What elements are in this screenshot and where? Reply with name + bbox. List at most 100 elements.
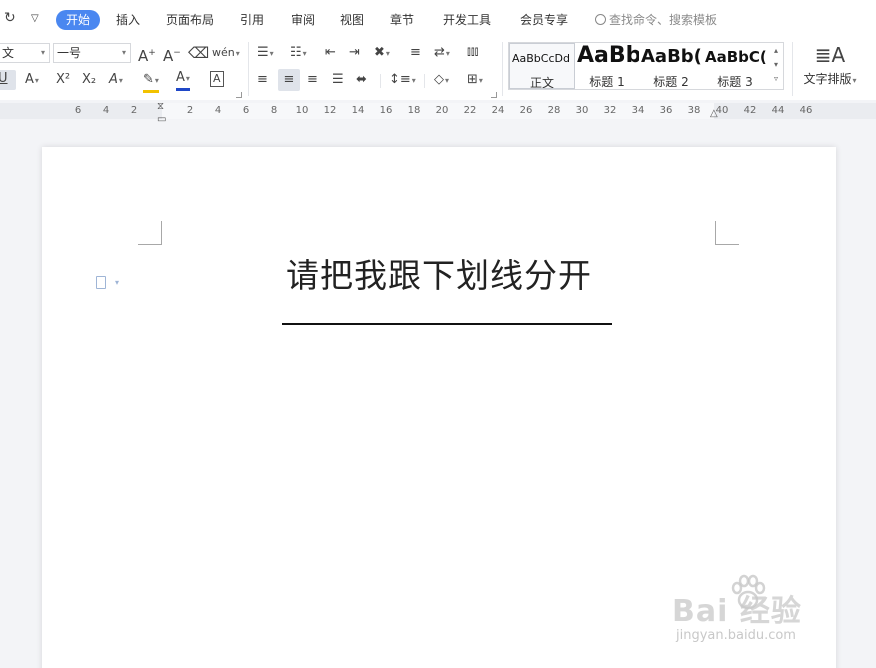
distributed-icon[interactable]: ⬌ (356, 71, 367, 89)
tab-references[interactable]: 引用 (240, 10, 264, 30)
separator (424, 74, 425, 88)
ruler-number: 44 (771, 105, 785, 116)
superscript-icon[interactable]: X² (56, 71, 70, 89)
baidu-jingyan-watermark: Bai 经验 jingyan.baidu.com (672, 574, 872, 648)
tab-insert[interactable]: 插入 (116, 10, 140, 30)
font-dialog-launcher[interactable] (236, 92, 242, 98)
title-underline[interactable] (282, 323, 612, 325)
style-heading-3-name: 标题 3 (717, 75, 753, 89)
ruler-number: 30 (575, 105, 589, 116)
tab-view[interactable]: 视图 (340, 10, 364, 30)
typeset-icon: ≣A (814, 43, 846, 67)
font-name-value: 文 (2, 46, 15, 60)
styles-scroll: ▴ ▾ ▿ (770, 44, 782, 86)
numbered-list-icon[interactable]: ☷▾ (290, 44, 307, 63)
borders-icon[interactable]: ⊞▾ (467, 71, 483, 90)
chinese-layout-icon[interactable]: ✖▾ (374, 44, 390, 63)
chevron-down-icon[interactable]: ▾ (770, 58, 782, 72)
font-size-select[interactable]: 一号 ▾ (53, 43, 131, 63)
align-center-icon[interactable]: ≡ (278, 69, 300, 91)
ruler-number: 10 (295, 105, 309, 116)
clear-format-icon[interactable]: ⌫ (188, 44, 209, 62)
shading-icon[interactable]: ◇▾ (434, 71, 449, 90)
text-direction-icon[interactable]: ≡ (410, 44, 421, 62)
shrink-font-icon[interactable]: A− (163, 44, 181, 65)
ruler-number: 6 (242, 105, 250, 116)
style-normal[interactable]: AaBbCcDd 正文 (509, 43, 575, 89)
right-indent-marker[interactable]: △ (710, 108, 718, 119)
style-normal-sample: AaBbCcDd (512, 52, 570, 65)
first-line-indent-marker[interactable]: ⧖ (157, 101, 164, 112)
ruler-number: 36 (659, 105, 673, 116)
menu-bar: ↻ ▽ 开始 插入 页面布局 引用 审阅 视图 章节 开发工具 会员专享 查找命… (0, 0, 876, 38)
ruler-number: 42 (743, 105, 757, 116)
separator (248, 42, 249, 96)
text-effect-icon[interactable]: A▾ (25, 71, 39, 90)
ruler-number: 6 (74, 105, 82, 116)
subscript-icon[interactable]: X₂ (82, 71, 96, 89)
left-indent-marker[interactable]: ▭ (157, 114, 166, 125)
search-placeholder: 查找命令、搜索模板 (609, 13, 718, 27)
margin-corner-top-left (138, 221, 162, 245)
ruler-number: 12 (323, 105, 337, 116)
sort-icon[interactable]: ⇄▾ (434, 44, 450, 63)
ruler-number: 28 (547, 105, 561, 116)
redo-icon[interactable]: ↻ (4, 10, 16, 26)
search-box[interactable]: 查找命令、搜索模板 (595, 10, 717, 30)
chevron-down-icon[interactable]: ▽ (31, 13, 39, 24)
style-heading-2[interactable]: AaBb( 标题 2 (639, 43, 703, 89)
ruler-number: 38 (687, 105, 701, 116)
style-heading-1[interactable]: AaBb 标题 1 (575, 43, 639, 89)
align-left-icon[interactable]: ≡ (257, 71, 268, 89)
align-right-icon[interactable]: ≡ (307, 71, 318, 89)
style-heading-3[interactable]: AaBbC( 标题 3 (703, 43, 767, 89)
search-icon (595, 14, 606, 25)
ruler-number: 8 (270, 105, 278, 116)
font-size-value: 一号 (57, 46, 82, 60)
ruler-number: 4 (214, 105, 222, 116)
tab-page-layout[interactable]: 页面布局 (166, 10, 214, 30)
watermark-url: jingyan.baidu.com (676, 628, 796, 643)
style-heading-1-name: 标题 1 (589, 75, 625, 89)
horizontal-ruler[interactable]: 6 4 2 2 4 6 8 10 12 14 16 18 20 22 24 26 28 30 32 34 36 38 40 4… (0, 103, 876, 119)
ruler-number: 2 (186, 105, 194, 116)
tab-member[interactable]: 会员专享 (520, 10, 568, 30)
chevron-up-icon[interactable]: ▴ (770, 44, 782, 58)
tab-chapter[interactable]: 章节 (390, 10, 414, 30)
paragraph-dialog-launcher[interactable] (491, 92, 497, 98)
text-outline-icon[interactable]: A▾ (109, 71, 123, 90)
styles-gallery: AaBbCcDd 正文 AaBb 标题 1 AaBb( 标题 2 AaBbC( … (508, 42, 784, 90)
ruler-number: 4 (102, 105, 110, 116)
highlight-icon[interactable]: ✎▾ (143, 71, 159, 93)
phonetic-label: wén (212, 46, 235, 59)
line-spacing-icon[interactable]: ↕≡▾ (389, 71, 416, 90)
char-border-icon[interactable]: A (210, 71, 224, 87)
ruler-number: 14 (351, 105, 365, 116)
decrease-indent-icon[interactable]: ⇤ (325, 44, 336, 62)
justify-icon[interactable]: ☰ (332, 71, 344, 89)
font-color-icon[interactable]: A▾ (176, 69, 190, 91)
grow-font-icon[interactable]: A+ (138, 44, 156, 65)
underline-icon[interactable]: U (0, 70, 16, 90)
phonetic-guide-icon[interactable]: wén▾ (212, 44, 240, 63)
ruler-number: 24 (491, 105, 505, 116)
bullet-list-icon[interactable]: ☰▾ (257, 44, 274, 63)
tab-home[interactable]: 开始 (56, 10, 101, 30)
ruler-number: 18 (407, 105, 421, 116)
increase-indent-icon[interactable]: ⇥ (349, 44, 360, 62)
document-title-text[interactable]: 请把我跟下划线分开 (42, 249, 836, 297)
watermark-logo-text: Bai 经验 (672, 594, 802, 629)
expand-icon[interactable]: ▿ (770, 72, 782, 86)
style-heading-2-sample: AaBb( (641, 46, 702, 67)
show-marks-icon[interactable]: ⫾⫾⫾ (467, 42, 479, 60)
tab-developer[interactable]: 开发工具 (443, 10, 491, 30)
typeset-label: 文字排版 (803, 72, 852, 86)
style-normal-name: 正文 (529, 76, 554, 89)
style-heading-3-sample: AaBbC( (705, 48, 767, 66)
font-name-select[interactable]: 文 ▾ (0, 43, 50, 63)
tab-review[interactable]: 审阅 (291, 10, 315, 30)
ruler-number: 32 (603, 105, 617, 116)
text-typeset-button[interactable]: ≣A 文字排版▾ (800, 44, 860, 87)
ruler-number: 2 (130, 105, 138, 116)
ruler-number: 46 (799, 105, 813, 116)
